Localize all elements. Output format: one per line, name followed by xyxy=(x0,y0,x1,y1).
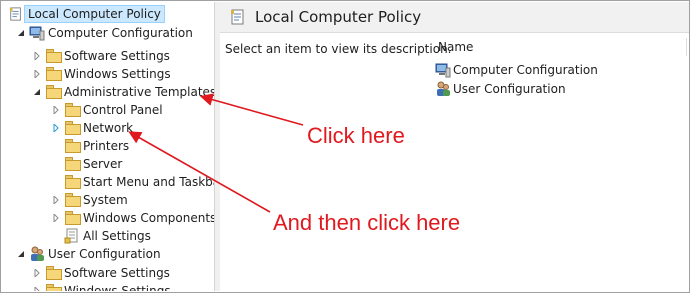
name-column-label: Name xyxy=(438,40,474,54)
collapsed-arrow-icon[interactable] xyxy=(52,105,60,114)
list-item-computer-configuration[interactable]: Computer Configuration xyxy=(435,61,598,79)
description-text: Select an item to view its description. xyxy=(225,42,452,56)
tree-item-printers[interactable]: Printers xyxy=(64,137,132,154)
tree-item-administrative-templates[interactable]: Administrative Templates xyxy=(33,83,214,100)
tree-item-label: All Settings xyxy=(83,228,151,243)
tree-item-label: Windows Components xyxy=(83,210,214,225)
list-item-label: User Configuration xyxy=(453,82,566,96)
folder-icon xyxy=(64,193,81,207)
column-header-row: Name xyxy=(435,34,689,58)
tree-item-label: Control Panel xyxy=(83,102,163,117)
tree-item-user-software-settings[interactable]: Software Settings xyxy=(33,264,173,281)
tree-item-label: Start Menu and Taskbar xyxy=(83,174,214,189)
tree-item-windows-components[interactable]: Windows Components xyxy=(52,209,214,226)
collapsed-arrow-icon[interactable] xyxy=(33,268,41,277)
policy-document-icon xyxy=(231,9,244,25)
details-pane: Local Computer Policy Select an item to … xyxy=(220,2,689,291)
collapsed-arrow-icon[interactable] xyxy=(33,286,41,292)
annotation-then-click-here: And then click here xyxy=(273,210,461,235)
tree-item-label: Administrative Templates xyxy=(64,84,214,99)
users-icon xyxy=(437,81,450,96)
folder-icon xyxy=(64,175,81,189)
tree-item-computer-configuration[interactable]: Computer Configuration xyxy=(17,24,196,41)
tree-item-label: Server xyxy=(83,156,123,171)
tree-item-windows-settings[interactable]: Windows Settings xyxy=(33,65,174,82)
tree-item-label: System xyxy=(83,192,128,207)
tree-item-label: Windows Settings xyxy=(64,283,171,292)
tree-item-user-configuration[interactable]: User Configuration xyxy=(17,245,164,262)
tree-item-control-panel[interactable]: Control Panel xyxy=(52,101,166,118)
folder-icon xyxy=(64,157,81,171)
folder-icon xyxy=(45,67,62,81)
users-icon xyxy=(31,246,44,261)
folder-icon xyxy=(64,103,81,117)
folder-icon xyxy=(64,211,81,225)
computer-icon xyxy=(435,63,451,78)
expanded-arrow-icon[interactable] xyxy=(17,250,25,258)
name-column-header[interactable]: Name xyxy=(435,38,689,56)
tree-item-user-windows-settings[interactable]: Windows Settings xyxy=(33,282,174,291)
tree-item-start-menu-and-taskbar[interactable]: Start Menu and Taskbar xyxy=(64,173,214,190)
folder-icon xyxy=(64,139,81,153)
annotation-click-here: Click here xyxy=(307,123,405,148)
tree-item-label: Computer Configuration xyxy=(48,25,193,40)
all-settings-icon xyxy=(64,228,78,243)
folder-icon xyxy=(64,121,81,135)
computer-icon xyxy=(29,26,45,40)
tree-root-label: Local Computer Policy xyxy=(24,4,165,23)
list-item-label: Computer Configuration xyxy=(453,63,598,77)
folder-icon xyxy=(45,85,62,99)
tree-root[interactable]: Local Computer Policy xyxy=(8,4,165,23)
tree-item-server[interactable]: Server xyxy=(64,155,125,172)
tree-item-label: Software Settings xyxy=(64,48,170,63)
collapsed-arrow-icon[interactable] xyxy=(33,69,41,78)
collapsed-arrow-icon[interactable] xyxy=(52,213,60,222)
tree-item-all-settings[interactable]: All Settings xyxy=(64,227,154,244)
details-title: Local Computer Policy xyxy=(255,8,422,26)
expanded-arrow-icon[interactable] xyxy=(33,88,41,96)
folder-icon xyxy=(45,284,62,291)
collapsed-arrow-icon[interactable] xyxy=(52,195,60,204)
column-separator[interactable] xyxy=(686,38,687,56)
tree-item-network[interactable]: Network xyxy=(52,119,136,136)
collapsed-arrow-hover-icon[interactable] xyxy=(52,123,60,132)
tree-item-label: Software Settings xyxy=(64,265,170,280)
folder-icon xyxy=(45,49,62,63)
tree-item-system[interactable]: System xyxy=(52,191,131,208)
folder-icon xyxy=(45,266,62,280)
expanded-arrow-icon[interactable] xyxy=(17,29,25,37)
tree-item-software-settings[interactable]: Software Settings xyxy=(33,47,173,64)
details-header: Local Computer Policy xyxy=(220,2,689,33)
list-item-user-configuration[interactable]: User Configuration xyxy=(435,80,566,98)
tree-item-label: Network xyxy=(83,120,134,135)
tree-item-label: Windows Settings xyxy=(64,66,171,81)
tree-pane: Local Computer Policy Computer Configura… xyxy=(2,2,214,291)
tree-item-label: User Configuration xyxy=(48,246,161,261)
policy-document-icon xyxy=(9,6,21,21)
collapsed-arrow-icon[interactable] xyxy=(33,51,41,60)
tree-item-label: Printers xyxy=(83,138,130,153)
